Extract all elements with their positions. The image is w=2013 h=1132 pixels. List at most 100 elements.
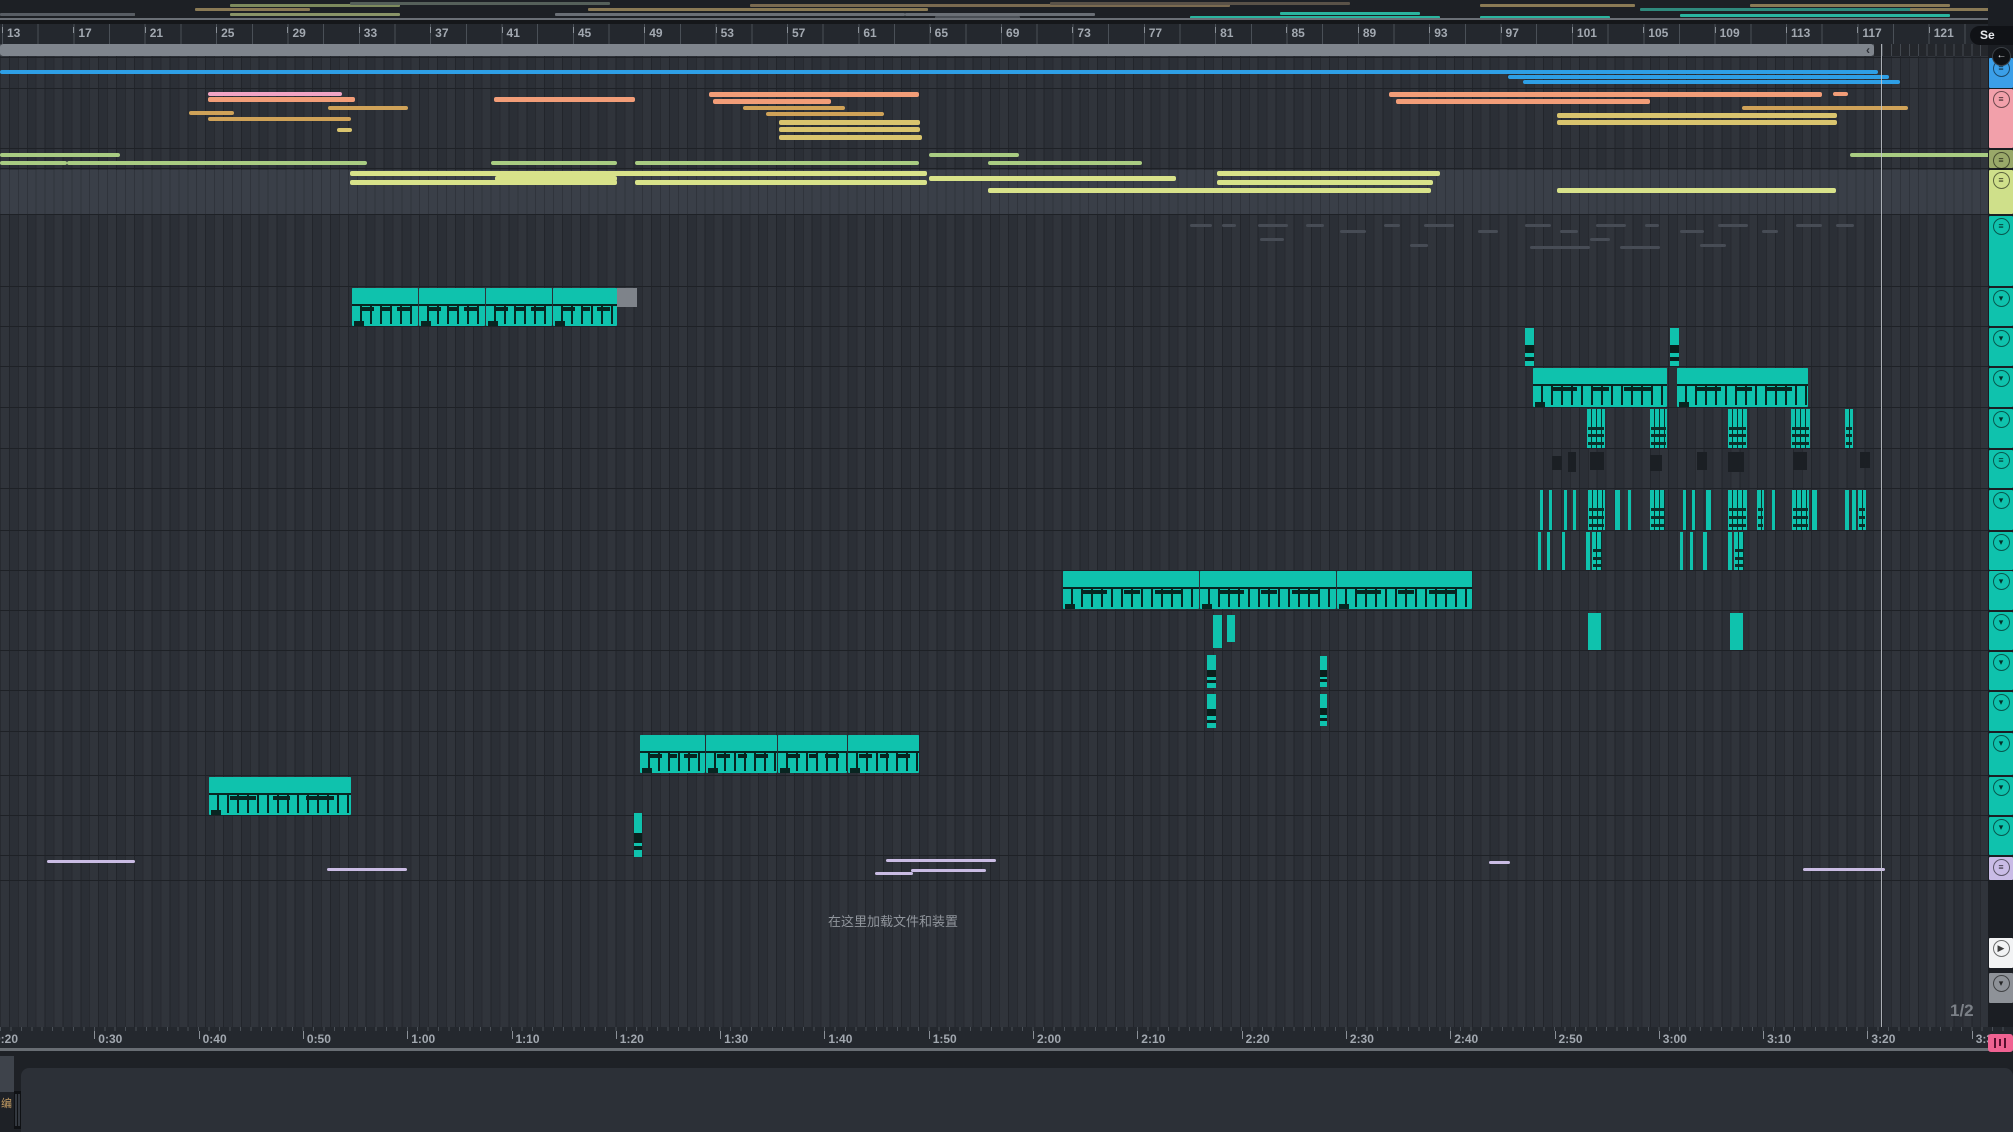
clip-note-line[interactable]: [635, 161, 919, 165]
midi-clip-solid[interactable]: [1227, 615, 1235, 642]
midi-clip-column[interactable]: [1564, 490, 1567, 530]
midi-clip-column[interactable]: [1586, 532, 1590, 570]
sidebar-track-olive[interactable]: ≡: [1989, 150, 2013, 168]
midi-clip[interactable]: [1677, 368, 1808, 407]
midi-clip-column[interactable]: [1562, 532, 1565, 570]
midi-clip-column[interactable]: [1692, 490, 1695, 530]
horizontal-zoom-scroll-track[interactable]: ‹: [0, 44, 1988, 56]
clip-note-line[interactable]: [1557, 113, 1837, 118]
clip-note-line[interactable]: [494, 97, 635, 102]
midi-clip[interactable]: [1200, 571, 1336, 609]
collapse-icon[interactable]: ▾: [1993, 614, 2010, 631]
horizontal-scroll-thumb[interactable]: ‹: [0, 44, 1874, 56]
clip-note-line[interactable]: [1396, 99, 1650, 104]
midi-clip[interactable]: [486, 288, 552, 326]
play-icon[interactable]: ▶: [1993, 940, 2010, 957]
collapse-icon[interactable]: ▾: [1993, 370, 2010, 387]
midi-clip-column[interactable]: [1812, 490, 1817, 530]
midi-clip-column[interactable]: [1706, 490, 1711, 530]
midi-clip-column[interactable]: [1650, 409, 1667, 448]
clip-note-line[interactable]: [635, 171, 927, 176]
sidebar-teal-subtrack-2[interactable]: ▾: [1989, 328, 2013, 366]
clip-note-line[interactable]: [1742, 106, 1908, 110]
midi-clip[interactable]: [848, 735, 919, 773]
midi-clip-column[interactable]: [1680, 532, 1683, 570]
bar-number-ruler[interactable]: 1317212529333741454953576165697377818589…: [0, 24, 1988, 44]
song-overview-strip[interactable]: [0, 0, 2013, 18]
clip-note-line[interactable]: [635, 180, 927, 185]
sidebar-track-master-gray[interactable]: ▾: [1989, 973, 2013, 1003]
collapse-icon[interactable]: ▾: [1993, 411, 2010, 428]
clip-note-line[interactable]: [875, 872, 913, 875]
collapse-icon[interactable]: ▾: [1993, 654, 2010, 671]
midi-clip-column[interactable]: [1538, 532, 1541, 570]
clip-note-line[interactable]: [208, 92, 342, 96]
clip-note-line[interactable]: [67, 161, 367, 165]
midi-clip-column[interactable]: [1650, 490, 1665, 530]
midi-clip-strip[interactable]: [1207, 655, 1216, 688]
clip-note-line[interactable]: [1803, 868, 1885, 871]
arrangement-grid[interactable]: 在这里加载文件和装置 1/2: [0, 56, 1988, 1027]
midi-clip-column[interactable]: [1628, 490, 1631, 530]
sidebar-teal-subtrack-1[interactable]: ▾: [1989, 288, 2013, 326]
midi-clip[interactable]: [778, 735, 847, 773]
clip-note-line[interactable]: [743, 106, 845, 110]
clip-note-line[interactable]: [350, 180, 617, 185]
midi-clip[interactable]: [352, 288, 418, 326]
clip-note-line[interactable]: [911, 869, 986, 872]
midi-clip-column[interactable]: [1592, 532, 1602, 570]
clip-note-line[interactable]: [337, 128, 352, 132]
time-ruler[interactable]: 0:200:300:400:501:001:101:201:301:401:50…: [0, 1027, 2013, 1048]
midi-clip-column[interactable]: [1845, 409, 1853, 448]
sidebar-teal-subtrack-8[interactable]: ▾: [1989, 571, 2013, 610]
menu-icon[interactable]: ≡: [1993, 152, 2010, 169]
midi-clip[interactable]: [419, 288, 485, 326]
clip-note-line[interactable]: [208, 117, 351, 121]
clip-note-line[interactable]: [988, 161, 1142, 165]
midi-clip[interactable]: [553, 288, 617, 326]
sidebar-teal-subtrack-5[interactable]: ≡: [1989, 450, 2013, 488]
clip-note-line[interactable]: [0, 153, 120, 157]
clip-note-line[interactable]: [1508, 75, 1889, 79]
midi-clip-solid[interactable]: [1588, 613, 1601, 650]
midi-clip-column[interactable]: [1683, 490, 1686, 530]
collapse-icon[interactable]: ▾: [1993, 819, 2010, 836]
clip-note-line[interactable]: [929, 176, 1176, 181]
sidebar-track-yellowgreen[interactable]: ≡: [1989, 170, 2013, 214]
midi-clip-strip[interactable]: [1207, 694, 1216, 728]
menu-icon[interactable]: ≡: [1993, 91, 2010, 108]
menu-icon[interactable]: ≡: [1993, 172, 2010, 189]
clip-note-line[interactable]: [766, 112, 884, 116]
back-to-arrangement-icon[interactable]: ←: [1992, 47, 2011, 66]
clip-note-line[interactable]: [327, 868, 407, 871]
clip-note-line[interactable]: [1557, 188, 1836, 193]
midi-clip[interactable]: [1533, 368, 1667, 407]
clip-note-line[interactable]: [1523, 80, 1900, 84]
clip-note-line[interactable]: [1217, 171, 1440, 176]
set-button[interactable]: Se: [1970, 26, 2013, 45]
midi-clip-strip[interactable]: [1525, 328, 1534, 366]
collapse-icon[interactable]: ▾: [1993, 492, 2010, 509]
midi-clip-column[interactable]: [1540, 490, 1543, 530]
clip-note-line[interactable]: [779, 120, 920, 125]
clip-note-line[interactable]: [0, 161, 67, 165]
sidebar-group-track-teal[interactable]: ≡: [1989, 216, 2013, 286]
clip-note-line[interactable]: [208, 97, 355, 102]
clip-note-line[interactable]: [1389, 92, 1822, 97]
collapse-icon[interactable]: ▾: [1993, 573, 2010, 590]
midi-clip-column[interactable]: [1845, 490, 1849, 530]
midi-clip-column[interactable]: [1690, 532, 1693, 570]
device-view-panel[interactable]: [21, 1068, 2013, 1132]
collapse-icon[interactable]: ▾: [1993, 735, 2010, 752]
clip-note-line[interactable]: [1787, 92, 1801, 96]
midi-clip[interactable]: [640, 735, 705, 773]
sidebar-teal-subtrack-4[interactable]: ▾: [1989, 409, 2013, 448]
midi-clip-column[interactable]: [1734, 532, 1744, 570]
midi-clip-solid[interactable]: [1730, 613, 1743, 650]
clip-note-line[interactable]: [779, 135, 922, 140]
sidebar-teal-subtrack-9[interactable]: ▾: [1989, 612, 2013, 650]
sidebar-teal-subtrack-10[interactable]: ▾: [1989, 652, 2013, 690]
midi-clip-column[interactable]: [1728, 490, 1747, 530]
menu-icon[interactable]: ≡: [1993, 859, 2010, 876]
collapse-icon[interactable]: ▾: [1993, 975, 2010, 992]
